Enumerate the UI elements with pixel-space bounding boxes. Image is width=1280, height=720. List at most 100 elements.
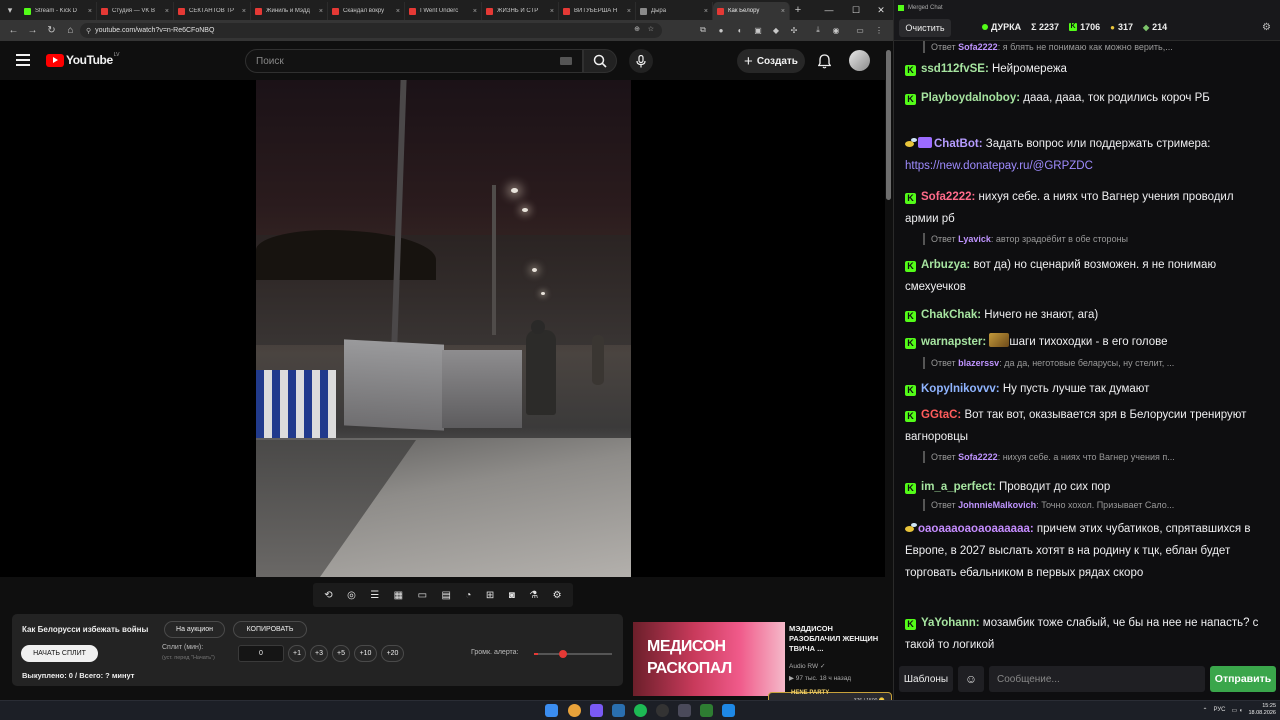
chat-message[interactable]: Kwarnapster: шаги тихоходки - в его голо… [905, 331, 1267, 353]
extension-icon[interactable]: ⧉ [696, 23, 710, 37]
browser-tab[interactable]: Дыра × [636, 2, 713, 20]
chat-message[interactable]: K YaYohann: мозамбик тоже слабый, че бы н… [905, 612, 1267, 656]
forward-icon[interactable]: → [23, 21, 42, 40]
chat-username[interactable]: Arbuzya [921, 259, 966, 271]
tray-icons[interactable]: ▭ ◖ [1232, 707, 1243, 714]
search-button[interactable] [583, 49, 617, 73]
chat-username[interactable]: оаоаааоаоаоаааааа [918, 523, 1030, 535]
start-split-button[interactable]: НАЧАТЬ СПЛИТ [21, 645, 98, 662]
reload-icon[interactable]: ↻ [42, 21, 61, 40]
start-icon[interactable] [545, 704, 558, 717]
browser-tab[interactable]: I Went Underc × [405, 2, 482, 20]
app-icon[interactable] [700, 704, 713, 717]
chat-message[interactable]: K Arbuzya: вот да) но сценарий возможен. … [905, 254, 1267, 298]
copy-button[interactable]: КОПИРОВАТЬ [233, 621, 307, 638]
chat-reply[interactable]: Ответ Sofa2222: я блять не понимаю как м… [923, 41, 1263, 53]
video-frame[interactable] [256, 80, 631, 577]
extension-icon[interactable]: ▣ [751, 23, 765, 37]
create-button[interactable]: + Создать [737, 49, 805, 73]
chat-username[interactable]: GGtaC [921, 409, 957, 421]
chat-link[interactable]: https://new.donatepay.ru/@GRPZDC [905, 160, 1093, 172]
loop-icon[interactable]: ⟲ [324, 590, 332, 601]
chat-message[interactable]: K Sofa2222: нихуя себе. а ниях что Вагнер… [905, 186, 1267, 230]
bookmark-star-icon[interactable]: ☆ [648, 25, 654, 33]
app-icon[interactable] [678, 704, 691, 717]
browser-tab[interactable]: СЕКТАНТОВ ТР × [174, 2, 251, 20]
chat-reply[interactable]: Ответ Sofa2222: нихуя себе. а ниях что В… [923, 451, 1263, 463]
notifications-button[interactable] [815, 52, 833, 70]
browser-tab[interactable]: ВИТУБЕРША Н × [559, 2, 636, 20]
tab-close-icon[interactable]: × [473, 8, 477, 15]
chat-reply[interactable]: Ответ Lyavick: автор зрадоёбит в обе сто… [923, 233, 1263, 245]
increment-button[interactable]: +10 [354, 645, 377, 662]
alert-volume-slider[interactable] [534, 650, 612, 658]
chat-username[interactable]: YaYohann [921, 617, 976, 629]
recommended-thumbnail[interactable]: МЕДИСОН РАСКОПАЛ [633, 622, 785, 696]
emoji-icon[interactable]: ☺ [958, 666, 984, 692]
templates-button[interactable]: Шаблоны [899, 666, 953, 692]
clear-chat-button[interactable]: Очистить [899, 19, 951, 37]
recommended-channel[interactable]: Audio RW ✓ [789, 662, 825, 670]
tab-close-icon[interactable]: × [781, 8, 785, 15]
playlist-icon[interactable]: ☰ [370, 590, 379, 601]
chat-message[interactable]: K Playboydalnoboy: дааа, дааа, ток родили… [905, 87, 1267, 109]
tab-search-icon[interactable]: ▾ [0, 0, 20, 20]
chat-username[interactable]: warnapster [921, 336, 982, 348]
chat-username[interactable]: ssd112fvSE [921, 63, 985, 75]
chat-message[interactable]: оаоаааоаоаоаааааа: причем этих чубатиков… [905, 518, 1267, 584]
search-input[interactable] [256, 55, 546, 67]
recommended-title[interactable]: МЭДДИСОН РАЗОБЛАЧИЛ ЖЕНЩИН ТВИЧА ... [789, 624, 883, 654]
browser-menu-icon[interactable]: ⋮ [872, 23, 886, 37]
new-tab-button[interactable]: + [790, 4, 806, 16]
page-scrollbar[interactable] [885, 45, 893, 700]
increment-button[interactable]: +3 [310, 645, 328, 662]
tray-chevron-icon[interactable]: ⌃ [1202, 707, 1207, 714]
site-info-icon[interactable]: ⚲ [86, 27, 91, 35]
chat-username[interactable]: ChatBot [934, 138, 979, 150]
speed-icon[interactable]: ◔ [465, 590, 471, 601]
recommended-video[interactable]: МЕДИСОН РАСКОПАЛ МЭДДИСОН РАЗОБЛАЧИЛ ЖЕН… [633, 622, 885, 696]
chat-username[interactable]: Kopylnikovvv [921, 383, 996, 395]
extension-icon[interactable]: ◐ [733, 23, 747, 37]
chat-message[interactable]: K Kopylnikovvv: Ну пусть лучше так думают [905, 378, 1267, 400]
obs-icon[interactable] [656, 704, 669, 717]
extensions-puzzle-icon[interactable]: ✣ [787, 23, 801, 37]
chat-message[interactable]: Kim_a_perfect: Проводит до сих пор [905, 476, 1267, 498]
browser-tab[interactable]: Stream - Kick D × [20, 2, 97, 20]
chat-username[interactable]: ChakChak [921, 309, 977, 321]
extension-icon[interactable]: ● [714, 23, 728, 37]
tab-close-icon[interactable]: × [319, 8, 323, 15]
address-bar[interactable]: ⚲ youtube.com/watch?v=n-Re6CFoNBQ ☆ ⊕ [80, 23, 662, 38]
chat-message[interactable]: Kssd112fvSE: Нейромережа [905, 58, 1267, 80]
browser-tab[interactable]: Скандал вокру × [328, 2, 405, 20]
voice-search-button[interactable] [629, 49, 653, 73]
youtube-logo[interactable]: YouTube LV [46, 52, 120, 67]
scrollbar-thumb[interactable] [886, 50, 891, 200]
chrome-icon[interactable] [568, 704, 581, 717]
browser-tab[interactable]: Студия — VK В × [97, 2, 174, 20]
film-icon[interactable]: ▦ [394, 590, 403, 601]
tab-close-icon[interactable]: × [242, 8, 246, 15]
lab-icon[interactable]: ⚗ [529, 590, 538, 601]
browser-tab[interactable]: ЖИЗНЬ И СТР × [482, 2, 559, 20]
app-icon[interactable] [722, 704, 735, 717]
chat-username[interactable]: im_a_perfect [921, 481, 992, 493]
tab-close-icon[interactable]: × [550, 8, 554, 15]
tab-close-icon[interactable]: × [165, 8, 169, 15]
broadcast-icon[interactable]: ◎ [347, 590, 356, 601]
auction-button[interactable]: На аукцион [164, 621, 225, 638]
chat-reply[interactable]: Ответ blazerssv: да да, неготовые белару… [923, 357, 1263, 369]
tab-close-icon[interactable]: × [88, 8, 92, 15]
browser-tab[interactable]: Как Белору × [713, 2, 790, 20]
discord-icon[interactable] [590, 704, 603, 717]
chat-message[interactable]: ChatBot: Задать вопрос или поддержать ст… [905, 133, 1267, 177]
chat-username[interactable]: Sofa2222 [921, 191, 972, 203]
screen-icon[interactable]: ▭ [418, 590, 427, 601]
split-minutes-input[interactable] [238, 645, 284, 662]
add-icon[interactable]: ⊞ [486, 590, 494, 601]
home-icon[interactable]: ⌂ [61, 21, 80, 40]
browser-tab[interactable]: Жиниль и Мэдд × [251, 2, 328, 20]
tray-lang[interactable]: РУС [1213, 707, 1225, 713]
video-player[interactable] [0, 80, 885, 577]
chat-message[interactable]: K GGtaC: Вот так вот, оказывается зря в Б… [905, 404, 1267, 448]
